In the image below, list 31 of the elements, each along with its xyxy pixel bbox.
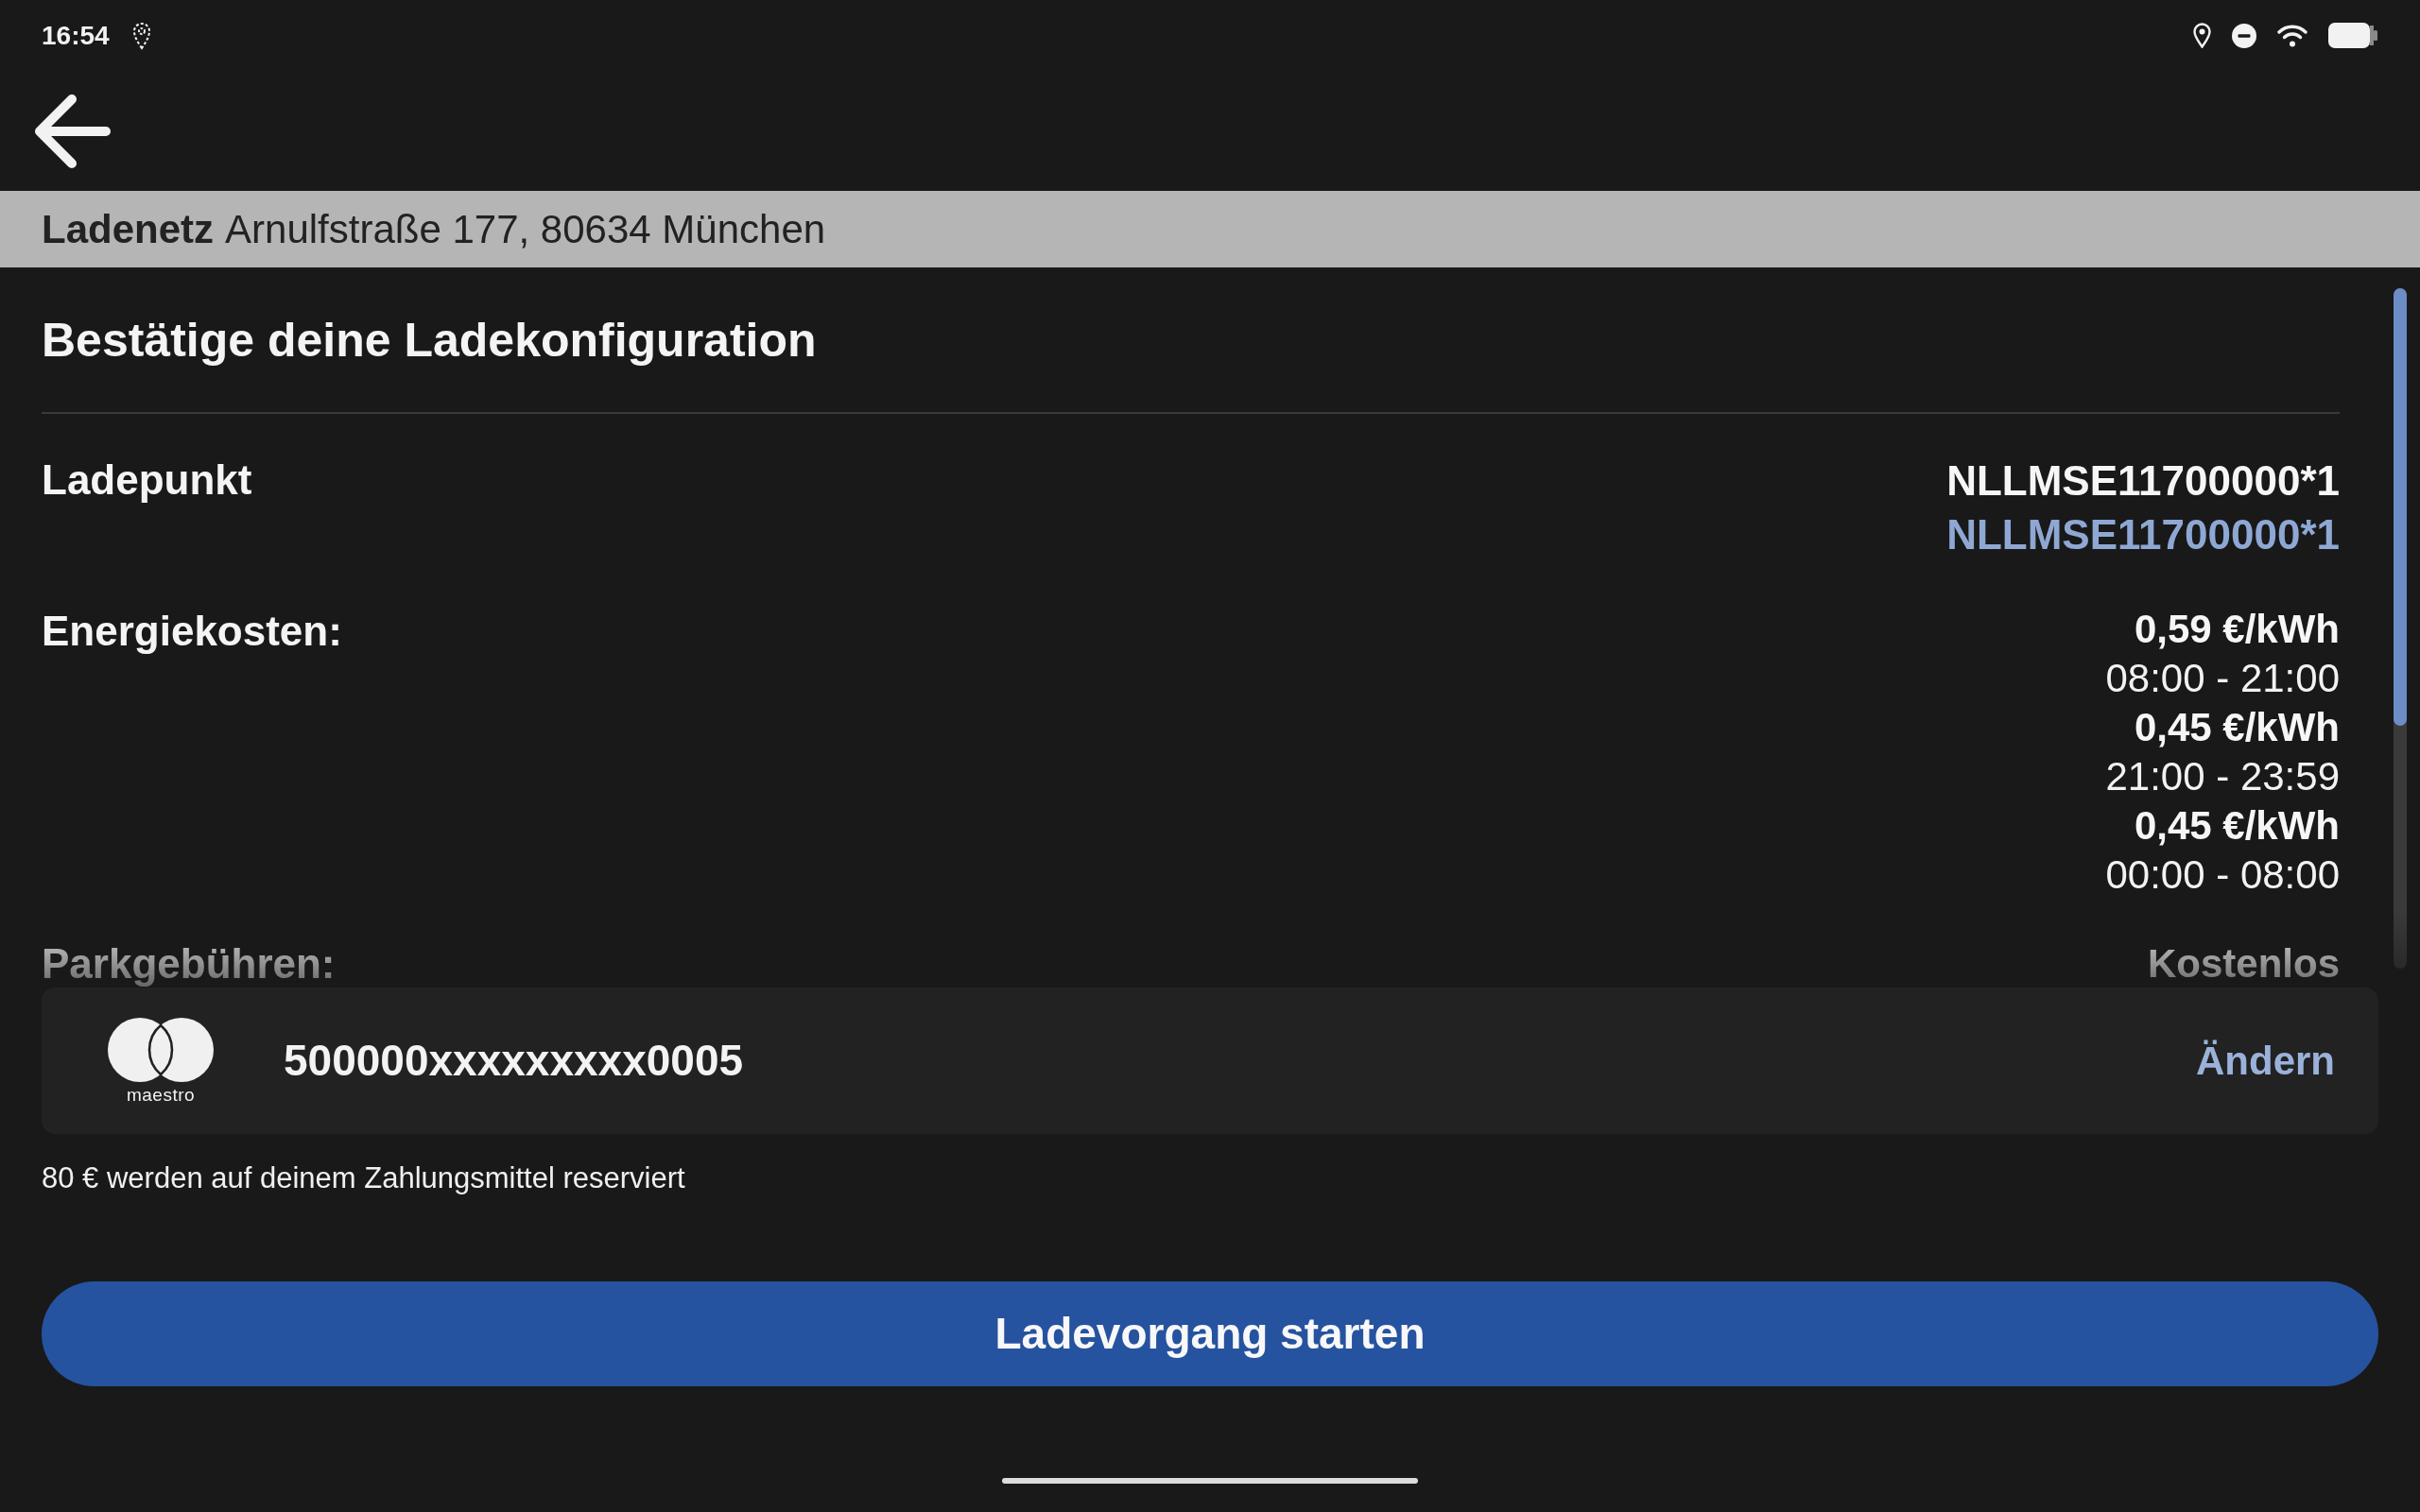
detail-label: Ladepunkt [42, 455, 252, 505]
scrollbar-thumb[interactable] [2394, 288, 2407, 726]
battery-icon [2328, 23, 2378, 48]
home-indicator[interactable] [1002, 1478, 1418, 1484]
time-range: 00:00 - 08:00 [2105, 851, 2340, 899]
price-value: 0,45 €/kWh [2134, 802, 2340, 850]
do-not-disturb-icon [2232, 23, 2256, 48]
price-value: 0,59 €/kWh [2134, 606, 2340, 653]
time-range: 21:00 - 23:59 [2105, 753, 2340, 800]
back-button[interactable] [34, 93, 112, 169]
price-value: 0,45 €/kWh [2134, 704, 2340, 751]
wifi-icon [2277, 24, 2308, 47]
back-arrow-icon [34, 93, 112, 169]
location-pin-icon [2193, 23, 2211, 48]
status-time: 16:54 [42, 20, 110, 51]
charge-point-id: NLLMSE11700000*1 [1946, 510, 2340, 559]
card-number: 500000xxxxxxxxx0005 [284, 1035, 744, 1087]
overlapping-circles-logo-icon [108, 1017, 214, 1082]
reservation-note: 80 € werden auf deinem Zahlungsmittel reserviert [42, 1160, 686, 1196]
detail-label: Energiekosten: [42, 607, 342, 656]
time-range: 08:00 - 21:00 [2105, 655, 2340, 702]
start-charging-button[interactable]: Ladevorgang starten [42, 1281, 2378, 1386]
operator-name: Ladenetz [42, 206, 215, 253]
detail-label: Parkgebühren: [42, 943, 336, 985]
location-pin-icon [131, 21, 151, 50]
station-address: Arnulfstraße 177, 80634 München [225, 206, 826, 253]
charge-point-id: NLLMSE11700000*1 [1946, 456, 2340, 506]
price-value: Kostenlos [2147, 943, 2340, 985]
change-payment-link[interactable]: Ändern [2196, 1031, 2335, 1091]
page-title: Bestätige deine Ladekonfiguration [42, 313, 818, 369]
card-brand-label: maestro [126, 1085, 196, 1105]
